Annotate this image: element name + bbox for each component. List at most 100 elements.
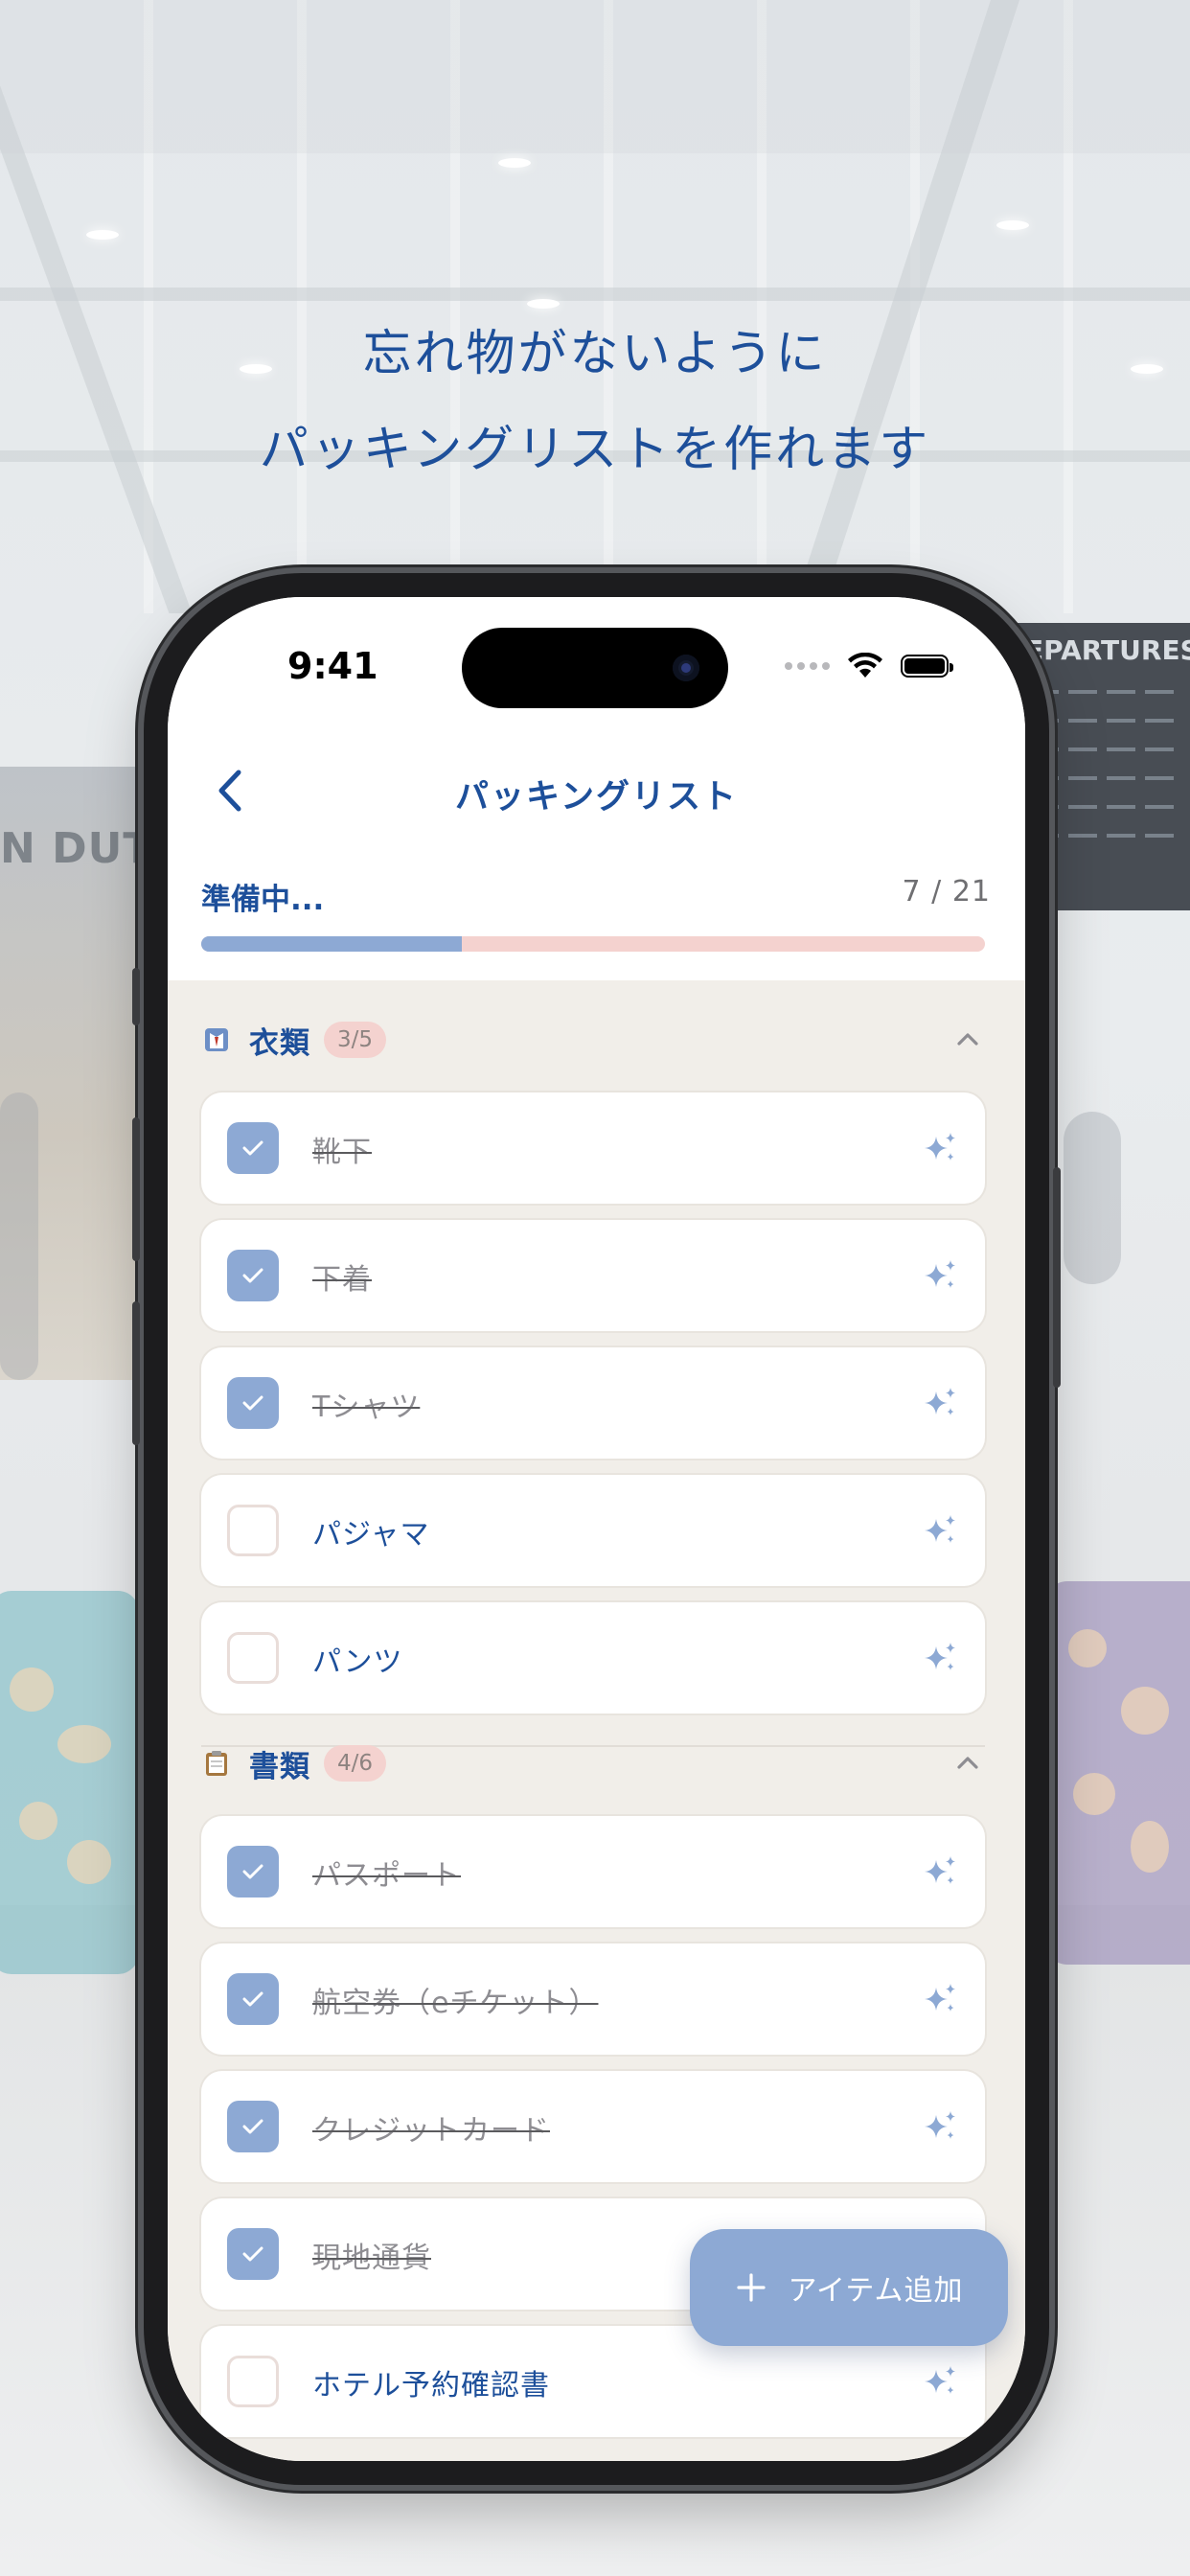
promo-headline: 忘れ物がないように パッキングリストを作れます [0, 307, 1190, 498]
status-indicators [785, 653, 953, 679]
phone-frame: 9:41 パッキングリスト 準備中... 7 / 21 衣類 3/5 靴下 下着… [132, 573, 1061, 2485]
phone-side-button [1053, 1167, 1061, 1388]
departures-sign: EPARTURES [1025, 634, 1190, 666]
item-label: パジャマ [312, 1518, 430, 1552]
checkbox-checked[interactable] [227, 2101, 279, 2152]
checkbox-checked[interactable] [227, 2228, 279, 2280]
board-row [1030, 690, 1183, 694]
item-label: 下着 [312, 1263, 372, 1297]
progress-bar [201, 936, 985, 952]
clothes-icon [201, 1024, 232, 1055]
traveler-silhouette [1064, 1112, 1121, 1284]
sticker [10, 1668, 54, 1712]
add-item-label: アイテム追加 [788, 2274, 964, 2308]
sticker [1073, 1773, 1115, 1815]
chevron-up-icon[interactable] [950, 1746, 985, 1781]
item-label: 航空券（eチケット） [312, 1987, 599, 2020]
board-row [1030, 805, 1183, 809]
sticker [57, 1725, 111, 1763]
list-item[interactable]: パンツ [201, 1602, 985, 1714]
section-title: 書類 [249, 1749, 310, 1784]
list-item[interactable]: クレジットカード [201, 2071, 985, 2182]
sparkle-icon[interactable] [921, 1639, 959, 1677]
ceiling-light [86, 230, 119, 240]
sticker [1121, 1687, 1169, 1735]
item-label: 靴下 [312, 1136, 372, 1169]
checkbox-unchecked[interactable] [227, 2356, 279, 2407]
section-header-clothes[interactable]: 衣類 3/5 [201, 1011, 985, 1069]
board-row [1030, 776, 1183, 780]
checkbox-checked[interactable] [227, 1846, 279, 1898]
sparkle-icon[interactable] [921, 2107, 959, 2146]
phone-volume-up [132, 1117, 140, 1261]
sticker [1131, 1821, 1169, 1873]
headline-line-2: パッキングリストを作れます [259, 422, 931, 478]
checkbox-unchecked[interactable] [227, 1505, 279, 1556]
board-row [1030, 748, 1183, 751]
sticker [19, 1802, 57, 1840]
section-title: 衣類 [249, 1025, 310, 1061]
list-item[interactable]: Tシャツ [201, 1347, 985, 1459]
traveler-silhouette [0, 1092, 38, 1380]
cellular-signal-icon [785, 662, 830, 670]
status-time: 9:41 [287, 645, 378, 687]
headline-line-1: 忘れ物がないように [362, 326, 828, 382]
checkbox-checked[interactable] [227, 1122, 279, 1174]
progress-bar-fill [201, 936, 463, 952]
ceiling-beam [0, 288, 1190, 301]
sparkle-icon[interactable] [921, 1384, 959, 1422]
ceiling-light [498, 158, 531, 168]
clipboard-icon [201, 1748, 232, 1779]
item-label: ホテル予約確認書 [312, 2369, 550, 2403]
page-title: パッキングリスト [455, 778, 738, 816]
list-item[interactable]: パジャマ [201, 1475, 985, 1586]
nav-header: パッキングリスト [168, 752, 1025, 829]
item-label: クレジットカード [312, 2114, 550, 2148]
list-item[interactable]: 下着 [201, 1220, 985, 1331]
checkbox-checked[interactable] [227, 1973, 279, 2025]
wifi-icon [848, 653, 882, 678]
suitcase-left [0, 1591, 139, 1974]
list-item[interactable]: パスポート [201, 1816, 985, 1927]
checkmark-icon [242, 2119, 263, 2134]
phone-volume-down [132, 1301, 140, 1445]
app-screen: 9:41 パッキングリスト 準備中... 7 / 21 衣類 3/5 靴下 下着… [168, 597, 1025, 2461]
sparkle-icon[interactable] [921, 1980, 959, 2018]
item-label: パンツ [312, 1645, 403, 1679]
sticker [1068, 1629, 1107, 1668]
item-label: Tシャツ [312, 1391, 421, 1424]
sparkle-icon[interactable] [921, 1511, 959, 1550]
item-label: 現地通貨 [312, 2242, 431, 2275]
list-item[interactable]: 靴下 [201, 1092, 985, 1204]
section-count-badge: 4/6 [324, 1745, 387, 1782]
phone-action-button [132, 968, 140, 1025]
board-row [1030, 834, 1183, 838]
add-item-button[interactable]: アイテム追加 [690, 2229, 1008, 2346]
checkbox-checked[interactable] [227, 1250, 279, 1301]
chevron-up-icon[interactable] [950, 1023, 985, 1057]
checkmark-icon [242, 1864, 263, 1879]
checkbox-checked[interactable] [227, 1377, 279, 1429]
sticker [67, 1840, 111, 1884]
suitcase-right [1044, 1581, 1190, 1965]
sparkle-icon[interactable] [921, 2362, 959, 2401]
item-label: パスポート [312, 1859, 461, 1893]
progress-count: 7 / 21 [902, 875, 991, 908]
section-count-badge: 3/5 [324, 1022, 387, 1058]
list-item[interactable]: 航空券（eチケット） [201, 1944, 985, 2055]
checkmark-icon [242, 2246, 263, 2262]
section-header-documents[interactable]: 書類 4/6 [201, 1735, 985, 1792]
checkbox-unchecked[interactable] [227, 1632, 279, 1684]
board-row [1030, 719, 1183, 723]
ceiling-light [996, 220, 1029, 230]
checkmark-icon [242, 1991, 263, 2007]
sparkle-icon[interactable] [921, 1129, 959, 1167]
battery-icon [901, 655, 953, 678]
checkmark-icon [242, 1395, 263, 1411]
checkmark-icon [242, 1140, 263, 1156]
sparkle-icon[interactable] [921, 1256, 959, 1295]
sparkle-icon[interactable] [921, 1852, 959, 1891]
dynamic-island [462, 628, 728, 708]
progress-label: 準備中... [201, 883, 325, 917]
checkmark-icon [242, 1268, 263, 1283]
